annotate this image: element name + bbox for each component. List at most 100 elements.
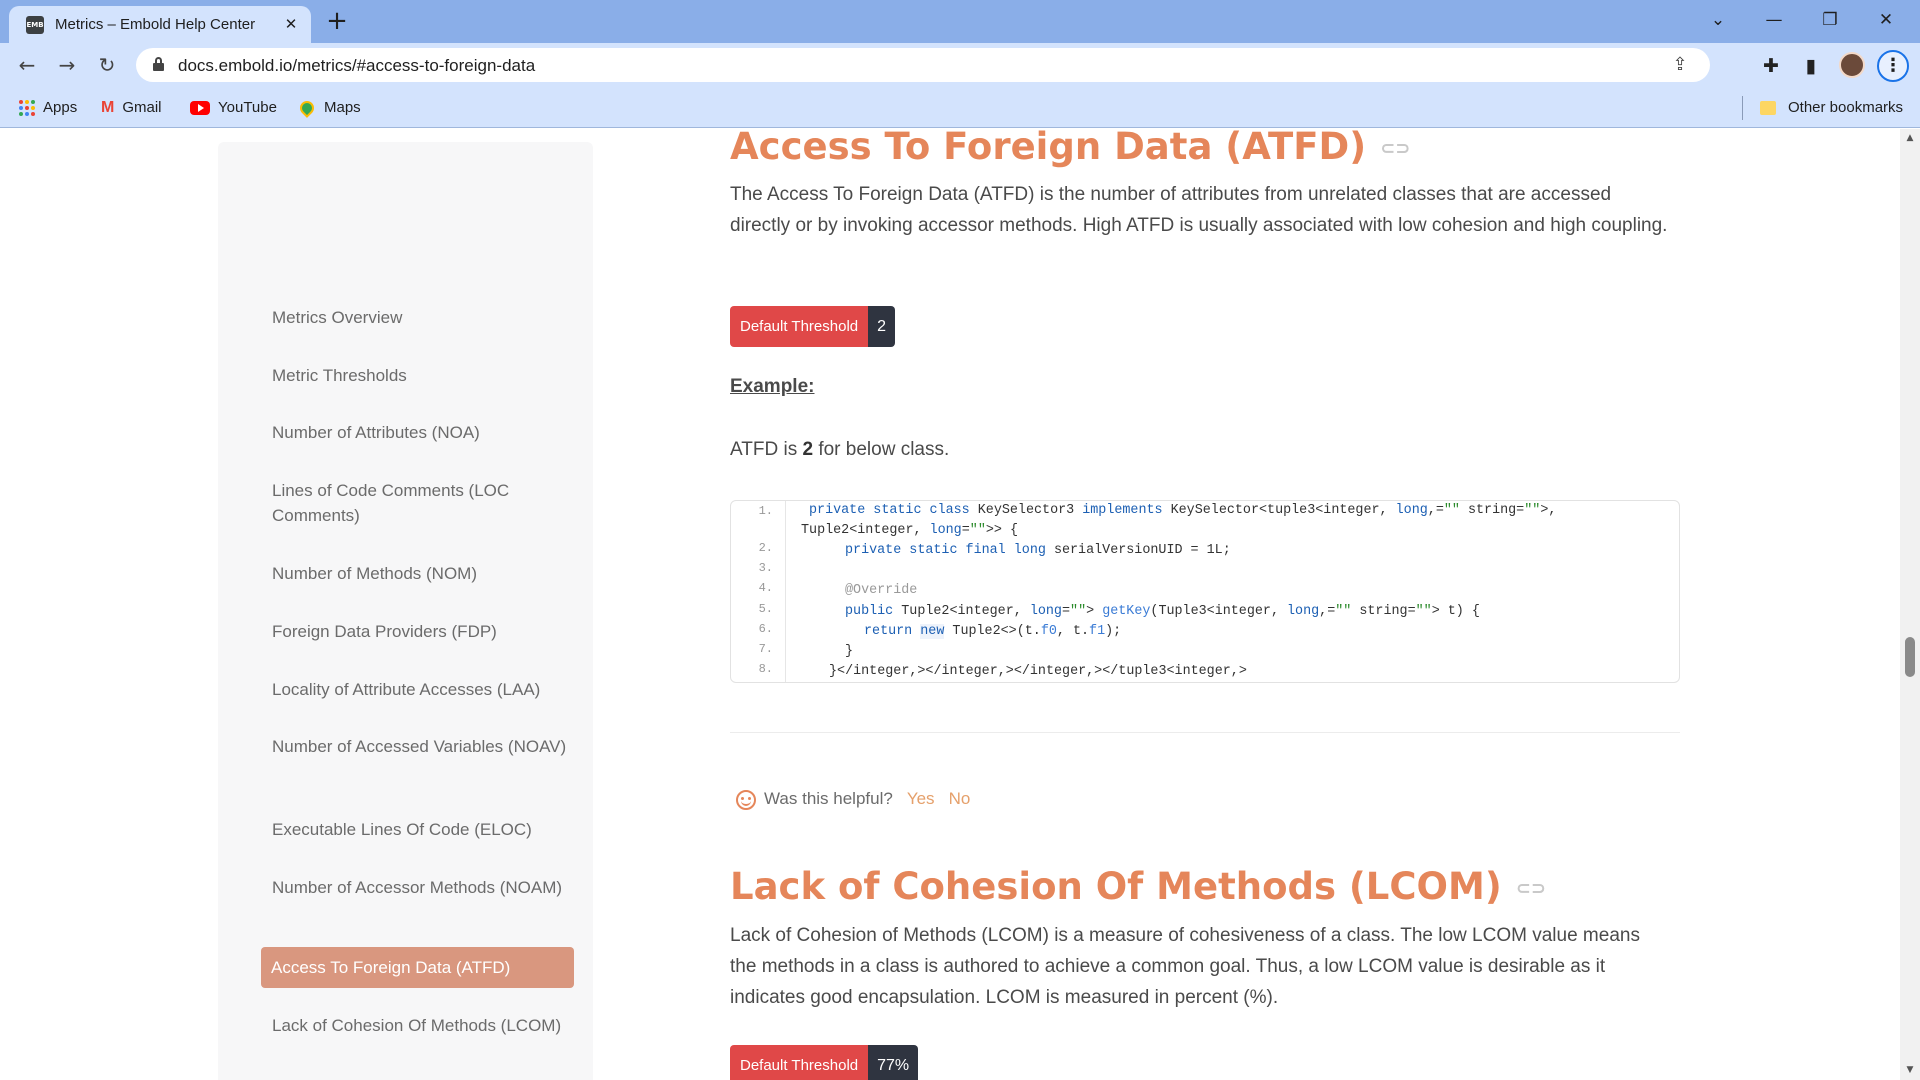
section-divider [730,732,1680,733]
threshold-label: Default Threshold [730,306,869,347]
example-heading: Example: [730,376,815,397]
tab-title: Metrics – Embold Help Center [55,16,256,33]
sidebar-item-noav[interactable]: Number of Accessed Variables (NOAV) [272,734,572,759]
forward-arrow-icon[interactable]: → [52,50,82,80]
line-number: 6. [758,622,773,636]
code-line: } [845,644,854,659]
feedback-no-link[interactable]: No [949,789,971,808]
line-number: 1. [758,504,773,518]
metrics-sidebar: Metrics Overview Metric Thresholds Numbe… [218,142,593,1080]
lock-icon[interactable] [153,57,164,71]
bookmark-apps[interactable]: Apps [19,97,77,119]
plus-icon[interactable]: + [322,6,352,36]
threshold-value: 77% [868,1045,919,1080]
minimize-icon[interactable]: — [1746,0,1802,40]
kebab-menu-icon[interactable]: ⋮ [1877,50,1909,82]
browser-toolbar: ← → ↻ docs.embold.io/metrics/#access-to-… [0,43,1920,87]
sidebar-item-loc-comments[interactable]: Lines of Code Comments (LOC Comments) [272,478,572,528]
code-line: Tuple2<integer, long="">> { [801,523,1019,538]
example-prefix: ATFD is [730,439,803,460]
reload-icon[interactable]: ↻ [92,50,122,80]
line-number: 2. [758,541,773,555]
window-close-icon[interactable]: ✕ [1858,0,1914,40]
browser-tab-bar: EMB Metrics – Embold Help Center ✕ + ⌄ —… [0,0,1920,43]
sidebar-item-eloc[interactable]: Executable Lines Of Code (ELOC) [272,817,572,842]
lcom-threshold-badge: Default Threshold 77% [730,1045,919,1080]
maps-icon [297,98,317,118]
example-suffix: for below class. [813,439,950,460]
section-title-text: Access To Foreign Data (ATFD) [730,129,1367,168]
scroll-up-icon[interactable]: ▲ [1905,133,1915,143]
page-scrollbar[interactable]: ▲ ▼ [1900,129,1920,1080]
apps-grid-icon [19,100,35,117]
link-icon[interactable]: ⊂⊃ [1380,138,1410,159]
feedback-prompt: Was this helpful? Yes No [736,789,970,810]
code-line: @Override [845,583,918,598]
atfd-description: The Access To Foreign Data (ATFD) is the… [730,184,1668,236]
sidebar-item-lcom[interactable]: Lack of Cohesion Of Methods (LCOM) [272,1013,572,1038]
sidebar-item-metric-thresholds[interactable]: Metric Thresholds [272,363,572,388]
feedback-question: Was this helpful? [764,789,893,808]
sidebar-item-atfd[interactable]: Access To Foreign Data (ATFD) [261,947,574,988]
address-bar[interactable]: docs.embold.io/metrics/#access-to-foreig… [136,48,1710,82]
bookmarks-bar: Apps M Gmail YouTube Maps Other bookmarks [0,87,1920,128]
sidebar-item-fdp[interactable]: Foreign Data Providers (FDP) [272,619,572,644]
bookmark-maps[interactable]: Maps [297,97,361,119]
line-number: 4. [758,581,773,595]
code-block[interactable]: 1. 2. 3. 4. 5. 6. 7. 8. private static c… [730,500,1680,683]
browser-tab[interactable]: EMB Metrics – Embold Help Center ✕ [9,6,311,43]
bookmark-label: Gmail [122,99,162,116]
other-bookmarks-label: Other bookmarks [1788,99,1904,116]
line-number: 7. [758,642,773,656]
youtube-icon [190,101,210,116]
side-panel-icon[interactable]: ▮ [1797,52,1825,80]
sidebar-item-noam[interactable]: Number of Accessor Methods (NOAM) [272,875,572,900]
scroll-down-icon[interactable]: ▼ [1905,1065,1915,1075]
back-arrow-icon[interactable]: ← [12,50,42,80]
line-number-gutter: 1. 2. 3. 4. 5. 6. 7. 8. [731,501,786,682]
atfd-threshold-badge: Default Threshold 2 [730,306,896,347]
share-icon[interactable]: ⇪ [1667,52,1693,78]
sidebar-item-noa[interactable]: Number of Attributes (NOA) [272,420,572,445]
feedback-yes-link[interactable]: Yes [907,789,935,808]
lcom-description: Lack of Cohesion of Methods (LCOM) is a … [730,925,1640,1008]
scrollbar-thumb[interactable] [1905,637,1915,677]
sidebar-item-laa[interactable]: Locality of Attribute Accesses (LAA) [272,677,572,702]
code-line: private static class KeySelector3 implem… [809,503,1557,518]
avatar[interactable] [1839,52,1865,78]
restore-icon[interactable]: ❐ [1802,0,1858,40]
bookmark-youtube[interactable]: YouTube [190,97,277,119]
code-line: }</integer,></integer,></integer,></tupl… [829,664,1247,679]
close-icon[interactable]: ✕ [279,12,303,36]
line-number: 8. [758,662,773,676]
section-title-atfd: Access To Foreign Data (ATFD) ⊂⊃ [730,129,1410,168]
code-line: private static final long serialVersionU… [845,543,1231,558]
site-favicon-icon: EMB [26,16,44,34]
line-number: 3. [758,561,773,575]
bookmarks-divider [1742,96,1743,120]
sidebar-item-nom[interactable]: Number of Methods (NOM) [272,561,572,586]
bookmark-label: YouTube [218,99,277,116]
example-sentence: ATFD is 2 for below class. [730,439,949,461]
section-title-lcom: Lack of Cohesion Of Methods (LCOM) ⊂⊃ [730,865,1546,908]
threshold-label: Default Threshold [730,1045,869,1080]
bookmark-label: Apps [43,99,78,116]
url-text[interactable]: docs.embold.io/metrics/#access-to-foreig… [178,56,535,76]
other-bookmarks[interactable]: Other bookmarks [1760,97,1903,119]
bookmark-gmail[interactable]: M Gmail [101,97,162,119]
section-title-text: Lack of Cohesion Of Methods (LCOM) [730,865,1502,908]
gmail-icon: M [101,99,115,117]
code-line: public Tuple2<integer, long=""> getKey(T… [845,604,1480,619]
threshold-value: 2 [868,306,896,347]
sidebar-item-metrics-overview[interactable]: Metrics Overview [272,305,572,330]
install-icon[interactable] [1621,52,1647,78]
line-number: 5. [758,602,773,616]
code-line: return new Tuple2<>(t.f0, t.f1); [864,624,1122,639]
page-viewport: Metrics Overview Metric Thresholds Numbe… [0,129,1920,1080]
chevron-down-icon[interactable]: ⌄ [1690,0,1746,40]
smiley-icon [736,789,756,810]
star-icon[interactable] [1709,51,1737,79]
puzzle-icon[interactable]: ✚ [1757,52,1785,80]
example-value: 2 [802,439,814,460]
link-icon[interactable]: ⊂⊃ [1516,878,1546,899]
